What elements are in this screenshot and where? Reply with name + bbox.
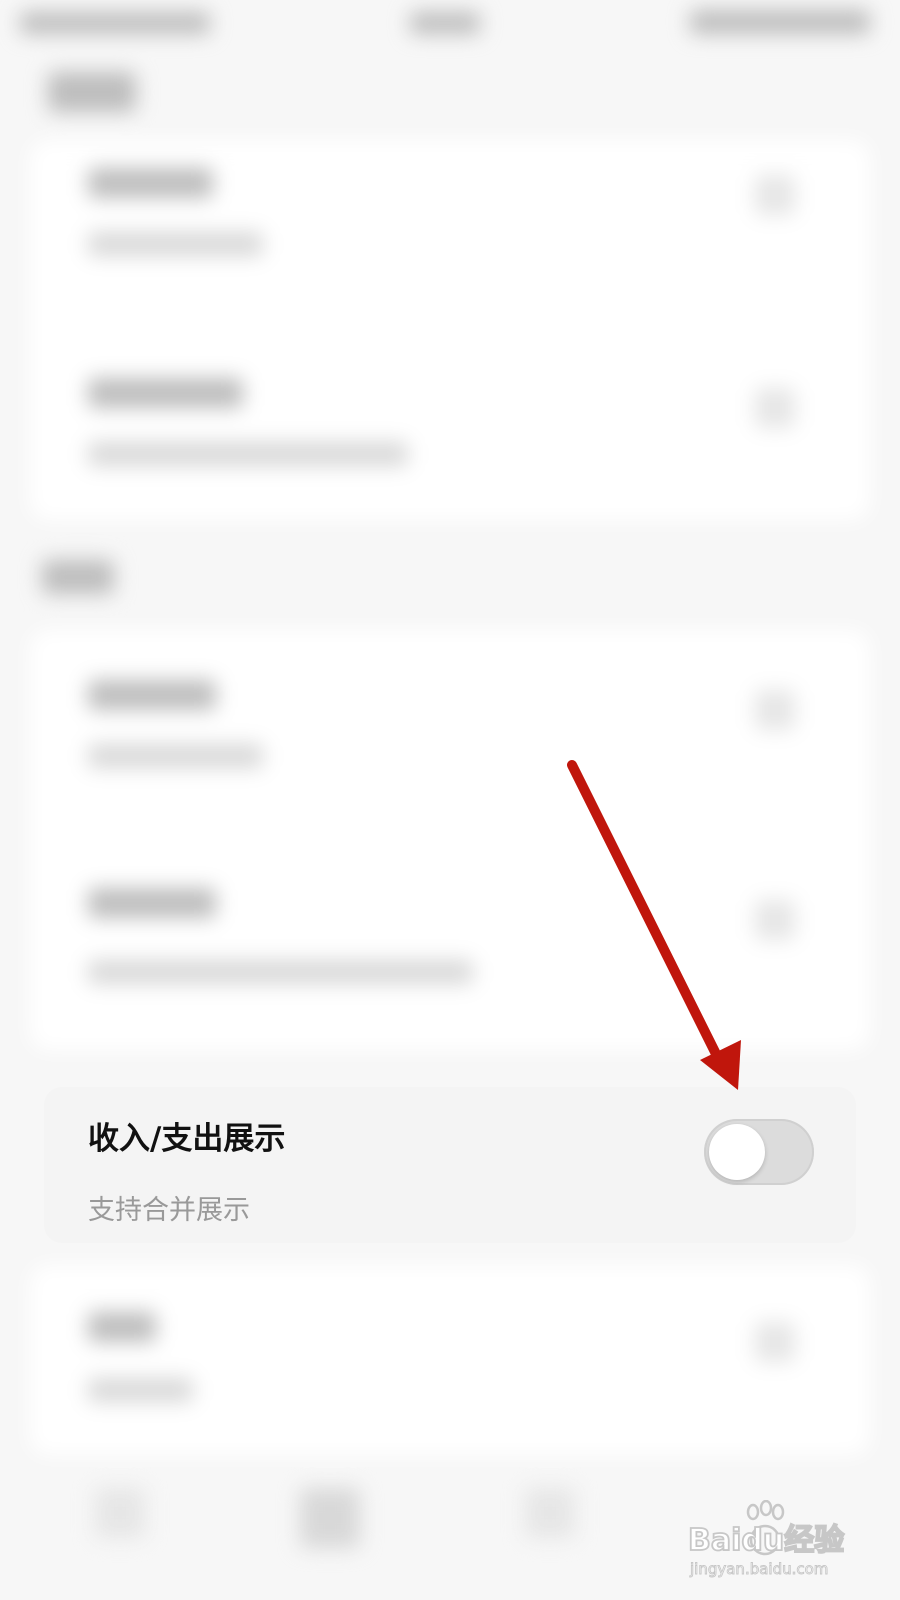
tab-bar-icon-2 (300, 1488, 360, 1548)
status-bar-center (410, 12, 480, 34)
watermark-brand: Baidu经验 (688, 1523, 844, 1558)
setting-subtitle: 支持合并展示 (88, 1195, 250, 1226)
blurred-row-2-title (88, 378, 243, 408)
tab-bar-icon-1 (95, 1488, 145, 1538)
blurred-row-4-chevron (755, 900, 795, 940)
watermark-url: jingyan.baidu.com (689, 1560, 828, 1578)
blurred-row-3-title (88, 680, 216, 710)
toggle-knob (709, 1124, 765, 1180)
baidu-watermark-icon: Baidu经验 jingyan.baidu.com (688, 1500, 845, 1578)
income-expense-toggle[interactable] (704, 1119, 814, 1185)
status-bar-right (690, 10, 870, 34)
section-header-1 (48, 72, 136, 112)
section-header-2 (42, 560, 114, 594)
blurred-row-1-title (88, 168, 213, 198)
blurred-row-4-title (88, 888, 216, 918)
blurred-row-2-chevron (755, 388, 795, 428)
tab-bar-icon-3 (525, 1488, 575, 1538)
blurred-row-1-sub (88, 232, 263, 256)
blurred-row-5-sub (88, 1378, 193, 1402)
setting-title: 收入/支出展示 (88, 1121, 286, 1157)
income-expense-display-row[interactable]: 收入/支出展示 支持合并展示 (44, 1087, 856, 1243)
blurred-row-3-sub (88, 744, 263, 768)
status-bar-left (20, 12, 210, 34)
blurred-row-5-chevron (755, 1322, 795, 1362)
blurred-background (0, 0, 900, 1600)
blurred-card-3 (30, 1265, 870, 1455)
blurred-row-2-sub (88, 442, 408, 466)
blurred-row-1-chevron (755, 175, 795, 215)
blurred-row-3-chevron (755, 690, 795, 730)
blurred-row-4-sub (88, 960, 473, 984)
blurred-row-5-title (88, 1312, 156, 1342)
